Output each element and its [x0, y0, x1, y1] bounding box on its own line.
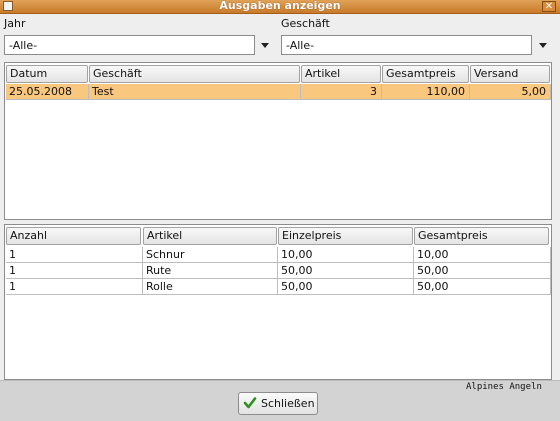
table-row-cell-anzahl[interactable]: 1 [6, 263, 143, 279]
table-row-cell-artikel[interactable]: Rute [143, 263, 278, 279]
table-row-cell-einzelpreis[interactable]: 50,00 [278, 263, 414, 279]
year-label: Jahr [4, 17, 26, 30]
window-titlebar[interactable]: Ausgaben anzeigen ✕ [0, 0, 560, 14]
table-row-cell-gesamtpreis[interactable]: 50,00 [414, 279, 551, 295]
table-row-cell-gesamtpreis[interactable]: 50,00 [414, 263, 551, 279]
year-combobox[interactable]: -Alle- [4, 35, 255, 55]
background-app-label: Alpines Angeln [466, 382, 542, 392]
table-row-cell-einzelpreis[interactable]: 10,00 [278, 247, 414, 263]
window-close-icon[interactable]: ✕ [542, 1, 556, 12]
table-row-cell-artikel[interactable]: Schnur [143, 247, 278, 263]
table-row-cell-anzahl[interactable]: 1 [6, 247, 143, 263]
checkmark-icon [243, 396, 257, 413]
items-header-artikel[interactable]: Artikel [143, 227, 277, 245]
purchases-table[interactable]: Datum Geschäft Artikel Gesamtpreis Versa… [4, 62, 552, 220]
items-header-gesamtpreis[interactable]: Gesamtpreis [414, 227, 549, 245]
close-button[interactable]: Schließen [238, 392, 318, 415]
purchases-header-versand[interactable]: Versand [470, 65, 550, 83]
items-header-einzelpreis[interactable]: Einzelpreis [278, 227, 413, 245]
table-row-cell-artikel[interactable]: 3 [301, 84, 382, 100]
year-selected-value: -Alle- [9, 39, 38, 52]
shop-combobox[interactable]: -Alle- [281, 35, 532, 55]
items-header-anzahl[interactable]: Anzahl [6, 227, 141, 245]
items-table[interactable]: Anzahl Artikel Einzelpreis Gesamtpreis 1… [4, 224, 552, 380]
shop-label: Geschäft [281, 17, 330, 30]
shop-selected-value: -Alle- [286, 39, 315, 52]
purchases-header-artikel[interactable]: Artikel [301, 65, 381, 83]
close-button-label: Schließen [261, 397, 315, 410]
purchases-header-geschaeft[interactable]: Geschäft [89, 65, 300, 83]
purchases-header-gesamtpreis[interactable]: Gesamtpreis [382, 65, 469, 83]
table-row-cell-geschaeft[interactable]: Test [89, 84, 301, 100]
table-row-cell-anzahl[interactable]: 1 [6, 279, 143, 295]
purchases-header-datum[interactable]: Datum [6, 65, 88, 83]
table-row-cell-artikel[interactable]: Rolle [143, 279, 278, 295]
table-row-cell-gesamtpreis[interactable]: 110,00 [382, 84, 470, 100]
table-row-cell-gesamtpreis[interactable]: 10,00 [414, 247, 551, 263]
window-title: Ausgaben anzeigen [219, 0, 341, 12]
table-row-cell-einzelpreis[interactable]: 50,00 [278, 279, 414, 295]
shop-dropdown-chevron-icon[interactable] [539, 43, 547, 48]
table-row-cell-versand[interactable]: 5,00 [470, 84, 551, 100]
year-dropdown-chevron-icon[interactable] [261, 43, 269, 48]
table-row-cell-datum[interactable]: 25.05.2008 [6, 84, 89, 100]
